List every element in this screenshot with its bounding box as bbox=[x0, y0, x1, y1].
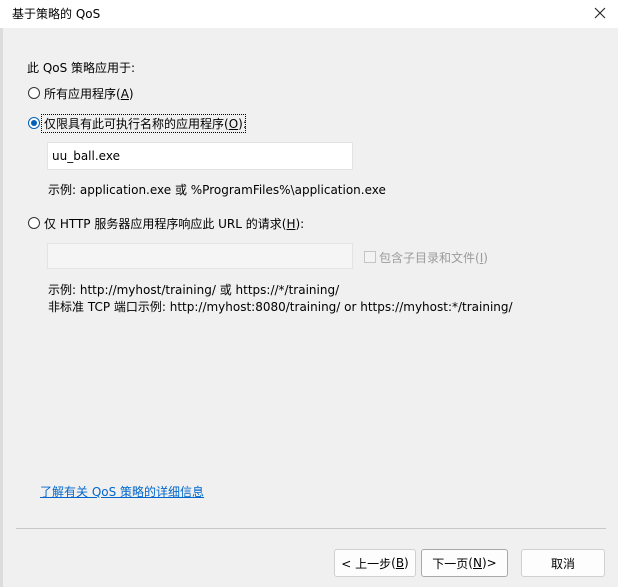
section-label: 此 QoS 策略应用于: bbox=[27, 61, 136, 75]
port-example-text: 非标准 TCP 端口示例: http://myhost:8080/trainin… bbox=[48, 300, 513, 314]
window-edge bbox=[0, 28, 3, 587]
cancel-button[interactable]: 取消 bbox=[521, 549, 605, 577]
radio-all-apps-label[interactable]: 所有应用程序(A) bbox=[44, 85, 134, 102]
close-button[interactable] bbox=[588, 2, 612, 24]
help-link[interactable]: 了解有关 QoS 策略的详细信息 bbox=[40, 483, 204, 500]
title-bar: 基于策略的 QoS bbox=[0, 0, 618, 28]
footer-divider bbox=[16, 528, 606, 529]
include-subdirs-checkbox[interactable] bbox=[364, 251, 376, 263]
include-subdirs-label[interactable]: 包含子目录和文件(I) bbox=[379, 249, 488, 266]
url-input[interactable] bbox=[47, 243, 353, 269]
exe-name-input[interactable] bbox=[47, 142, 353, 170]
exe-example-text: 示例: application.exe 或 %ProgramFiles%\app… bbox=[48, 183, 386, 197]
back-button[interactable]: < 上一步(B) bbox=[334, 549, 416, 577]
radio-named-app[interactable] bbox=[28, 117, 40, 129]
close-icon bbox=[594, 7, 606, 19]
radio-named-app-label[interactable]: 仅限具有此可执行名称的应用程序(O): bbox=[44, 115, 247, 132]
radio-all-apps[interactable] bbox=[28, 87, 40, 99]
radio-http-label[interactable]: 仅 HTTP 服务器应用程序响应此 URL 的请求(H): bbox=[44, 215, 304, 232]
next-button[interactable]: 下一页(N) > bbox=[421, 549, 508, 577]
window-title: 基于策略的 QoS bbox=[12, 7, 101, 21]
url-example-text: 示例: http://myhost/training/ 或 https://*/… bbox=[48, 283, 340, 297]
radio-http[interactable] bbox=[28, 217, 40, 229]
